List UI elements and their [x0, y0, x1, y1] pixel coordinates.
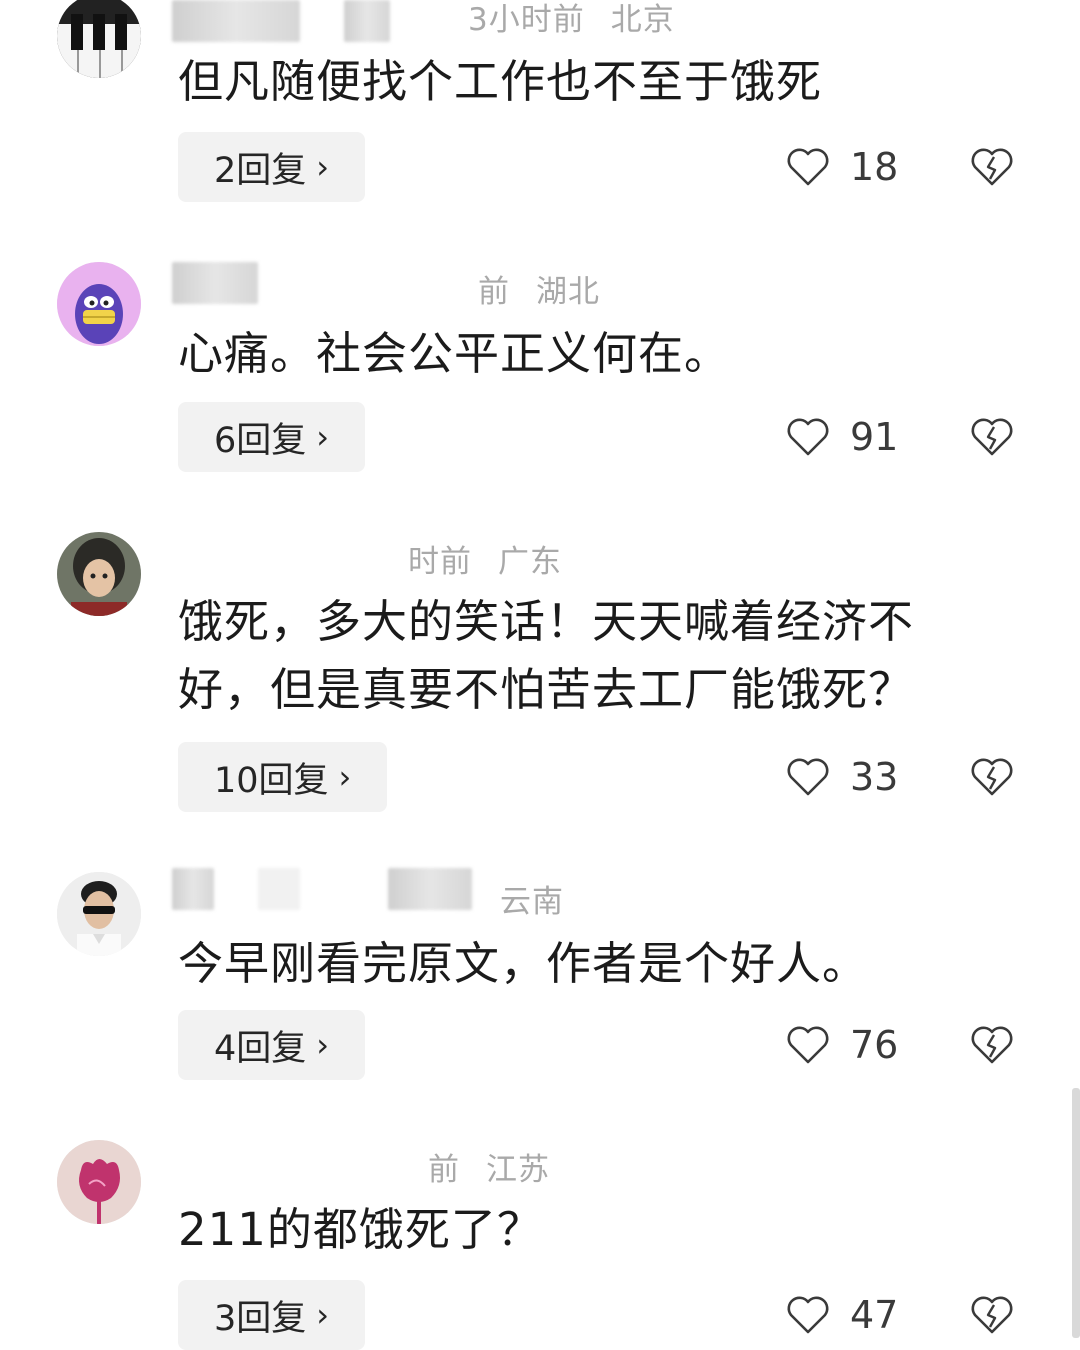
like-button[interactable]: 91	[786, 402, 898, 472]
view-replies-button[interactable]: 2回复 ›	[178, 132, 366, 202]
comment-item: 前江苏 211的都饿死了？ 3回复 › 47	[0, 1140, 1080, 1350]
comment-item: 云南 今早刚看完原文，作者是个好人。 4回复 › 76	[0, 868, 1080, 1080]
view-replies-button[interactable]: 6回复 ›	[178, 402, 366, 472]
comment-text: 今早刚看完原文，作者是个好人。	[178, 937, 869, 990]
comment-location: 北京	[610, 2, 675, 38]
dislike-button[interactable]	[970, 1280, 1014, 1350]
broken-heart-icon	[971, 1296, 1013, 1334]
reply-count-label: 3回复	[214, 1298, 307, 1339]
dislike-button[interactable]	[970, 132, 1014, 202]
comment-meta: 云南	[172, 868, 1040, 920]
comment-time: 3小时前	[468, 2, 585, 38]
like-count: 76	[850, 1023, 899, 1067]
broken-heart-icon	[971, 758, 1013, 796]
broken-heart-icon	[971, 1026, 1013, 1064]
like-count: 33	[850, 755, 899, 799]
pink-flower-avatar-icon	[57, 1140, 141, 1224]
comment-location: 湖北	[536, 274, 600, 310]
purple-cartoon-avatar-icon	[57, 262, 141, 346]
comment-location: 江苏	[486, 1152, 550, 1188]
chevron-right-icon: ›	[316, 1026, 330, 1064]
user-avatar[interactable]	[57, 872, 141, 956]
comment-time: 时前	[408, 544, 472, 580]
blurred-username	[388, 868, 472, 910]
user-avatar[interactable]	[57, 532, 141, 616]
like-button[interactable]: 76	[786, 1010, 898, 1080]
man-sunglasses-avatar-icon	[57, 872, 141, 956]
reply-count-label: 10回复	[214, 760, 329, 801]
like-count: 18	[850, 145, 899, 189]
chevron-right-icon: ›	[316, 418, 330, 456]
blurred-username	[172, 868, 214, 910]
scrollbar[interactable]	[1072, 1088, 1080, 1338]
broken-heart-icon	[971, 418, 1013, 456]
dislike-button[interactable]	[970, 742, 1014, 812]
broken-heart-icon	[971, 148, 1013, 186]
piano-keys-avatar-icon	[57, 0, 141, 78]
heart-outline-icon	[787, 1026, 829, 1064]
heart-outline-icon	[787, 418, 829, 456]
heart-outline-icon	[787, 758, 829, 796]
reply-count-label: 4回复	[214, 1028, 307, 1069]
comment-text: 心痛。社会公平正义何在。	[178, 327, 731, 380]
chevron-right-icon: ›	[316, 1296, 330, 1334]
user-avatar[interactable]	[57, 1140, 141, 1224]
reply-count-label: 6回复	[214, 420, 307, 461]
blurred-username	[172, 262, 258, 304]
comment-location: 云南	[500, 884, 564, 920]
comment-text: 但凡随便找个工作也不至于饿死	[178, 55, 823, 108]
comment-meta: 3小时前 北京	[172, 0, 1040, 44]
chevron-right-icon: ›	[316, 148, 330, 186]
comment-meta: 前江苏	[172, 1140, 1040, 1188]
comment-text: 饿死，多大的笑话！天天喊着经济不好，但是真要不怕苦去工厂能饿死？	[178, 595, 915, 716]
comment-meta: 时前 广东	[172, 532, 1040, 580]
comment-item: 时前 广东 饿死，多大的笑话！天天喊着经济不好，但是真要不怕苦去工厂能饿死？ 10…	[0, 532, 1080, 812]
chevron-right-icon: ›	[338, 758, 352, 796]
view-replies-button[interactable]: 10回复 ›	[178, 742, 388, 812]
dislike-button[interactable]	[970, 1010, 1014, 1080]
blurred-username	[344, 0, 390, 42]
comment-item: 3小时前 北京 但凡随便找个工作也不至于饿死 2回复 › 18	[0, 0, 1080, 210]
comment-item: 前湖北 心痛。社会公平正义何在。 6回复 › 91	[0, 262, 1080, 472]
like-button[interactable]: 47	[786, 1280, 898, 1350]
comment-time: 前	[428, 1152, 460, 1188]
dislike-button[interactable]	[970, 402, 1014, 472]
like-button[interactable]: 18	[786, 132, 898, 202]
comment-time: 前	[478, 274, 510, 310]
blurred-username	[172, 0, 300, 42]
blurred-username	[258, 868, 300, 910]
comment-meta: 前湖北	[172, 262, 1040, 310]
reply-count-label: 2回复	[214, 150, 307, 191]
user-avatar[interactable]	[57, 262, 141, 346]
user-avatar[interactable]	[57, 0, 141, 78]
comment-text: 211的都饿死了？	[178, 1203, 543, 1256]
view-replies-button[interactable]: 4回复 ›	[178, 1010, 366, 1080]
comment-location: 广东	[498, 544, 562, 580]
child-photo-avatar-icon	[57, 532, 141, 616]
view-replies-button[interactable]: 3回复 ›	[178, 1280, 366, 1350]
like-count: 47	[850, 1293, 899, 1337]
like-button[interactable]: 33	[786, 742, 898, 812]
like-count: 91	[850, 415, 899, 459]
heart-outline-icon	[787, 1296, 829, 1334]
heart-outline-icon	[787, 148, 829, 186]
